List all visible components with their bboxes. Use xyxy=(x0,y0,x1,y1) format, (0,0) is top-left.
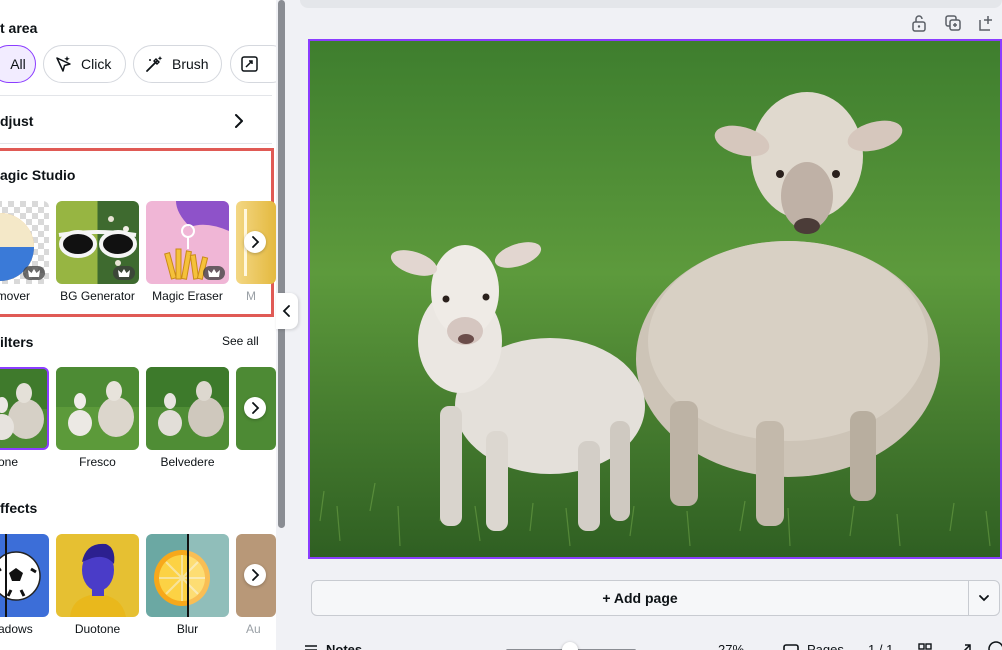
tool-label: emover xyxy=(0,289,31,303)
tool-bg-generator[interactable] xyxy=(56,201,139,284)
magic-studio-next-button[interactable] xyxy=(244,231,266,253)
filters-see-all-link[interactable]: See all xyxy=(222,334,259,348)
effects-next-button[interactable] xyxy=(244,564,266,586)
help-icon[interactable] xyxy=(988,641,1002,650)
filter-fresco[interactable] xyxy=(56,367,139,450)
select-expand-button[interactable] xyxy=(230,45,276,83)
adjust-row[interactable]: djust xyxy=(0,108,262,134)
panel-scrollbar-thumb[interactable] xyxy=(278,0,285,528)
tool-label: Magic Eraser xyxy=(152,289,223,303)
effect-label: adows xyxy=(0,622,33,636)
sparkle-cursor-icon xyxy=(56,56,71,72)
effect-duotone[interactable] xyxy=(56,534,139,617)
add-page-options-button[interactable] xyxy=(968,580,1000,616)
zoom-slider-handle[interactable] xyxy=(562,642,578,650)
effect-blur[interactable] xyxy=(146,534,229,617)
expand-image-icon xyxy=(241,56,258,72)
tool-magic-eraser[interactable] xyxy=(146,201,229,284)
filters-next-button[interactable] xyxy=(244,397,266,419)
add-page-button[interactable]: + Add page xyxy=(311,580,969,616)
adjust-label: djust xyxy=(0,113,34,129)
pages-icon[interactable] xyxy=(783,644,799,650)
divider xyxy=(0,143,272,144)
notes-button[interactable]: Notes xyxy=(326,642,362,650)
filter-label: one xyxy=(0,455,19,469)
select-click-button[interactable]: Click xyxy=(43,45,126,83)
effect-shadows[interactable] xyxy=(0,534,49,617)
page-count: 1 / 1 xyxy=(868,642,894,650)
effect-label: Au xyxy=(246,622,261,636)
bottom-bar: Notes 27% Pages 1 / 1 xyxy=(290,632,1002,650)
sheep-thumbnail xyxy=(0,369,47,440)
select-area-title: t area xyxy=(0,20,38,36)
select-all-button[interactable]: All xyxy=(0,45,36,83)
notes-icon[interactable] xyxy=(304,644,320,650)
filter-label: Fresco xyxy=(79,455,116,469)
tool-label: BG Generator xyxy=(60,289,135,303)
select-all-label: All xyxy=(10,56,26,72)
sheep-thumbnail xyxy=(56,367,139,437)
lock-icon[interactable] xyxy=(910,14,928,32)
sheep-photo xyxy=(310,41,1000,557)
divider xyxy=(0,95,272,96)
tool-label: M xyxy=(246,289,256,303)
magic-brush-icon xyxy=(146,56,163,72)
chevron-right-icon xyxy=(252,402,260,414)
filter-none[interactable] xyxy=(0,367,49,450)
soccer-ball-icon xyxy=(0,534,41,617)
filter-label: Belvedere xyxy=(160,455,215,469)
editor-window: t area All Click Brush djust agic Studio xyxy=(0,0,1002,650)
magic-studio-title: agic Studio xyxy=(0,167,76,183)
chevron-down-icon xyxy=(979,595,989,602)
portrait-icon xyxy=(70,543,126,617)
effect-label: Blur xyxy=(176,622,199,636)
chevron-right-icon xyxy=(252,569,260,581)
filters-title: ilters xyxy=(0,334,34,350)
duplicate-icon[interactable] xyxy=(944,14,962,32)
grid-view-icon[interactable] xyxy=(918,643,932,650)
select-click-label: Click xyxy=(81,56,112,72)
effect-label: Duotone xyxy=(74,622,121,636)
collapse-panel-button[interactable] xyxy=(276,293,298,329)
select-brush-label: Brush xyxy=(172,56,209,72)
orange-slice-icon xyxy=(154,534,229,617)
selected-photo[interactable] xyxy=(308,39,1002,559)
pro-crown-icon xyxy=(203,266,225,280)
pro-crown-icon xyxy=(23,266,45,280)
pro-crown-icon xyxy=(113,266,135,280)
add-page-icon[interactable] xyxy=(977,14,995,32)
effects-title: ffects xyxy=(0,500,38,516)
tool-bg-remover[interactable] xyxy=(0,201,49,284)
chevron-right-icon xyxy=(252,236,260,248)
fullscreen-icon[interactable] xyxy=(958,643,972,650)
chevron-right-icon xyxy=(235,114,243,128)
sheep-thumbnail xyxy=(146,367,229,437)
filter-belvedere[interactable] xyxy=(146,367,229,450)
chevron-left-icon xyxy=(282,305,290,317)
select-brush-button[interactable]: Brush xyxy=(133,45,222,83)
zoom-level[interactable]: 27% xyxy=(718,642,744,650)
previous-page-edge xyxy=(300,0,1002,8)
pages-button[interactable]: Pages xyxy=(807,642,844,650)
edit-image-panel: t area All Click Brush djust agic Studio xyxy=(0,0,276,650)
